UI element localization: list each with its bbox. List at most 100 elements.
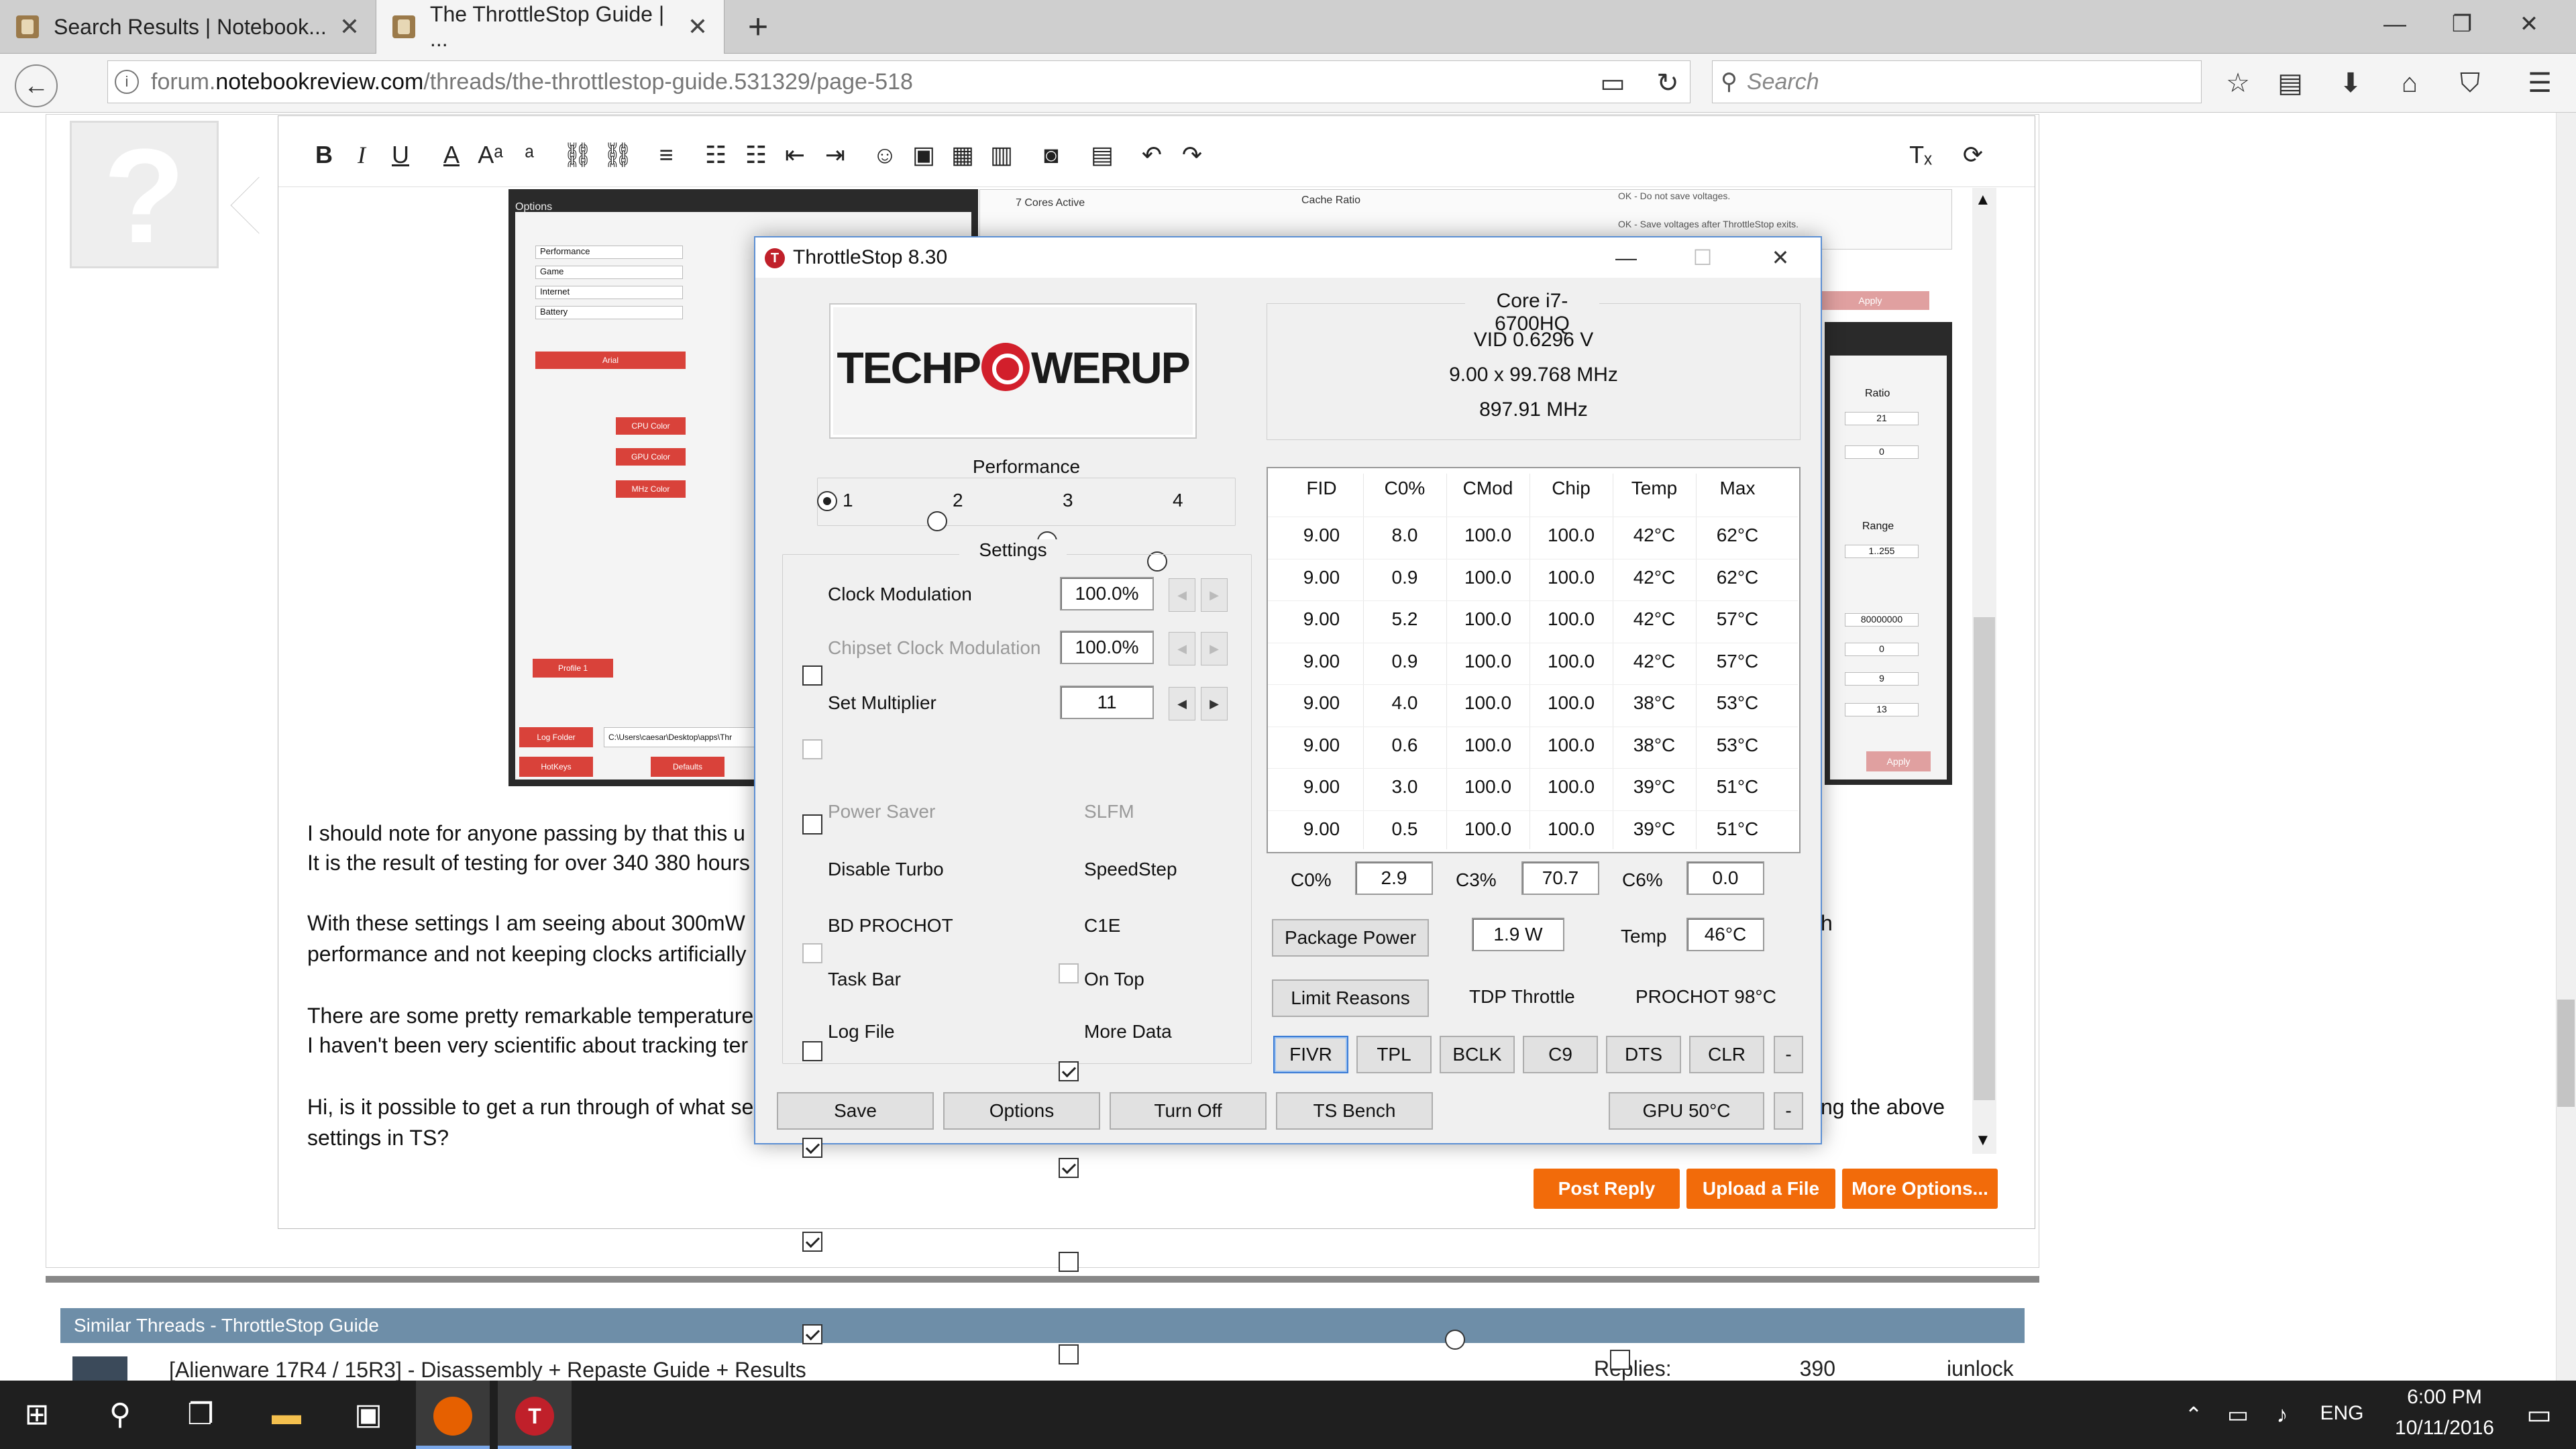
scroll-down-icon[interactable]: ▼ (1975, 1131, 1991, 1150)
show-hidden-icons-icon[interactable]: ⌃ (2174, 1381, 2214, 1449)
gpu-extra-button[interactable]: - (1774, 1092, 1803, 1130)
file-explorer-icon[interactable]: ▬ (250, 1381, 323, 1449)
numbered-list-icon[interactable]: ☷ (739, 138, 773, 172)
post-reply-button[interactable]: Post Reply (1534, 1169, 1680, 1209)
set-multiplier-value[interactable]: 11 (1060, 686, 1154, 719)
close-tab-icon[interactable]: ✕ (688, 13, 708, 41)
task-bar-checkbox[interactable] (802, 1232, 822, 1252)
profile-2-radio[interactable] (927, 511, 947, 531)
quote-icon[interactable]: ▥ (985, 138, 1018, 172)
reload-icon[interactable]: ↻ (1648, 63, 1688, 103)
options-button[interactable]: Options (943, 1092, 1100, 1130)
thread-author[interactable]: iunlock (1947, 1356, 2014, 1381)
disable-turbo-checkbox[interactable] (802, 1041, 822, 1061)
log-file-checkbox[interactable] (802, 1324, 822, 1344)
speedstep-checkbox[interactable] (1059, 1061, 1079, 1081)
minimize-window-icon[interactable]: — (2361, 0, 2428, 48)
decrease-arrow-icon[interactable]: ◀ (1169, 687, 1195, 720)
bclk-button[interactable]: BCLK (1440, 1036, 1515, 1073)
indent-icon[interactable]: ⇥ (818, 138, 852, 172)
decrease-arrow-icon[interactable]: ◀ (1169, 578, 1195, 612)
more-data-checkbox[interactable] (1059, 1344, 1079, 1364)
task-view-icon[interactable]: ❐ (164, 1381, 237, 1449)
fivr-button[interactable]: FIVR (1273, 1036, 1348, 1073)
similar-thread-row[interactable]: [Alienware 17R4 / 15R3] - Disassembly + … (60, 1343, 2025, 1383)
ts-close-icon[interactable]: ✕ (1747, 237, 1814, 278)
new-tab-button[interactable]: + (738, 7, 778, 47)
close-tab-icon[interactable]: ✕ (339, 13, 360, 41)
media-icon[interactable]: ▦ (946, 138, 979, 172)
throttlestop-taskbar-icon[interactable]: T (498, 1381, 572, 1449)
extra-button[interactable]: - (1774, 1036, 1803, 1073)
volume-icon[interactable]: ♪ (2262, 1381, 2302, 1449)
c9-button[interactable]: C9 (1523, 1036, 1598, 1073)
editor-scrollbar-thumb[interactable] (1974, 617, 1995, 1100)
turn-off-button[interactable]: Turn Off (1110, 1092, 1267, 1130)
link-icon[interactable]: ⛓ (561, 138, 594, 172)
font-size-icon[interactable]: Aᵃ (474, 138, 507, 172)
on-top-checkbox[interactable] (1059, 1252, 1079, 1272)
menu-icon[interactable]: ☰ (2520, 63, 2560, 103)
home-icon[interactable]: ⌂ (2390, 63, 2430, 103)
pocket-icon[interactable]: ⛉ (2450, 63, 2490, 103)
unlink-icon[interactable]: ⛓ (601, 138, 635, 172)
similar-thread-title[interactable]: [Alienware 17R4 / 15R3] - Disassembly + … (169, 1358, 806, 1383)
ts-bench-button[interactable]: TS Bench (1276, 1092, 1433, 1130)
increase-arrow-icon[interactable]: ▶ (1201, 687, 1228, 720)
align-icon[interactable]: ≡ (649, 138, 683, 172)
info-icon[interactable]: i (115, 70, 139, 94)
start-icon[interactable]: ⊞ (0, 1381, 74, 1449)
toggle-bbcode-icon[interactable]: ⟳ (1956, 138, 1990, 172)
tdp-throttle-radio[interactable] (1445, 1330, 1465, 1350)
ts-minimize-icon[interactable]: — (1593, 237, 1660, 278)
clock-modulation-checkbox[interactable] (802, 665, 822, 686)
undo-icon[interactable]: ↶ (1135, 138, 1169, 172)
underline-icon[interactable]: U (384, 138, 417, 172)
remove-formatting-icon[interactable]: Tₓ (1904, 138, 1937, 172)
action-center-icon[interactable]: ▭ (2509, 1381, 2569, 1449)
tab-throttlestop-guide[interactable]: The ThrottleStop Guide | ... ✕ (376, 0, 724, 54)
upload-file-button[interactable]: Upload a File (1686, 1169, 1835, 1209)
bullet-list-icon[interactable]: ☷ (699, 138, 733, 172)
bookmark-star-icon[interactable]: ☆ (2218, 63, 2258, 103)
profile-1-radio[interactable] (817, 491, 837, 511)
firefox-icon[interactable] (416, 1381, 490, 1449)
font-family-icon[interactable]: ᵃ (513, 138, 546, 172)
search-input[interactable]: ⚲ Search (1712, 60, 2202, 103)
url-bar[interactable]: i forum. notebookreview.com/threads/the-t… (107, 60, 1690, 103)
save-draft-icon[interactable]: ▤ (1085, 138, 1119, 172)
limit-reasons-button[interactable]: Limit Reasons (1272, 979, 1429, 1017)
downloads-icon[interactable]: ⬇ (2330, 63, 2371, 103)
scroll-up-icon[interactable]: ▲ (1975, 191, 1991, 209)
gpu-temp-button[interactable]: GPU 50°C (1609, 1092, 1764, 1130)
prochot-checkbox[interactable] (1610, 1350, 1630, 1370)
dts-button[interactable]: DTS (1606, 1036, 1681, 1073)
clr-button[interactable]: CLR (1689, 1036, 1764, 1073)
italic-icon[interactable]: I (345, 138, 378, 172)
tpl-button[interactable]: TPL (1356, 1036, 1432, 1073)
reader-view-icon[interactable]: ▭ (1593, 63, 1633, 103)
c1e-checkbox[interactable] (1059, 1158, 1079, 1178)
image-icon[interactable]: ▣ (907, 138, 941, 172)
search-icon[interactable]: ⚲ (83, 1381, 157, 1449)
package-power-button[interactable]: Package Power (1272, 919, 1429, 957)
smilie-icon[interactable]: ☺ (868, 138, 902, 172)
network-icon[interactable]: ▭ (2218, 1381, 2258, 1449)
redo-icon[interactable]: ↷ (1175, 138, 1209, 172)
outdent-icon[interactable]: ⇤ (778, 138, 812, 172)
camera-icon[interactable]: ◙ (1034, 138, 1068, 172)
close-window-icon[interactable]: ✕ (2496, 0, 2563, 48)
save-button[interactable]: Save (777, 1092, 934, 1130)
tab-search-results[interactable]: Search Results | Notebook... ✕ (0, 0, 376, 54)
store-icon[interactable]: ▣ (331, 1381, 405, 1449)
back-arrow-icon[interactable]: ← (15, 64, 58, 107)
set-multiplier-checkbox[interactable] (802, 814, 822, 835)
font-color-icon[interactable]: A (435, 138, 468, 172)
more-options-button[interactable]: More Options... (1842, 1169, 1998, 1209)
page-scrollbar[interactable] (2556, 113, 2576, 1381)
restore-window-icon[interactable]: ❐ (2428, 0, 2496, 48)
bd-prochot-checkbox[interactable] (802, 1138, 822, 1158)
clock-modulation-value[interactable]: 100.0% (1060, 577, 1154, 610)
bookmarks-library-icon[interactable]: ▤ (2270, 63, 2310, 103)
bold-icon[interactable]: B (307, 138, 341, 172)
